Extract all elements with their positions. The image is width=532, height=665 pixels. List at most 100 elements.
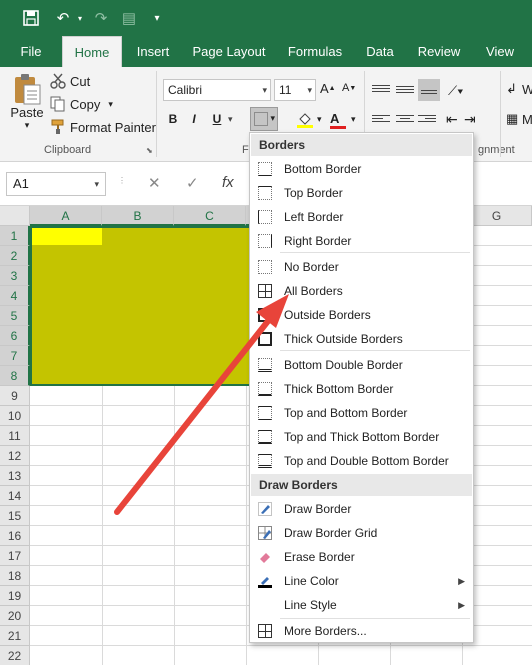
cut-button[interactable]: Cut — [50, 73, 90, 89]
row-header[interactable]: 21 — [0, 626, 30, 646]
row-header[interactable]: 6 — [0, 326, 30, 346]
row-header[interactable]: 7 — [0, 346, 30, 366]
tab-data[interactable]: Data — [358, 36, 402, 67]
menu-item-thick-outside-borders[interactable]: Thick Outside Borders — [250, 327, 473, 351]
menu-item-line-color[interactable]: Line Color ▶ — [250, 569, 473, 593]
menu-item-top-border[interactable]: Top Border — [250, 181, 473, 205]
redo-icon[interactable]: ↷ — [90, 6, 112, 30]
indent-icon[interactable]: ⇤ — [446, 111, 458, 128]
row-header[interactable]: 4 — [0, 286, 30, 306]
enter-icon[interactable]: ✓ — [186, 174, 199, 192]
menu-item-label: Top and Bottom Border — [284, 406, 408, 420]
borders-button[interactable]: ▾ — [250, 107, 278, 131]
font-color-icon[interactable]: A — [330, 111, 346, 129]
increase-font-icon[interactable]: A ▲ — [320, 81, 336, 96]
clipboard-launcher-icon[interactable]: ⬊ — [146, 146, 153, 155]
format-painter-button[interactable]: Format Painter — [50, 119, 156, 135]
menu-item-more-borders[interactable]: More Borders... — [250, 619, 473, 643]
row-header[interactable]: 19 — [0, 586, 30, 606]
paste-dropdown-icon[interactable]: ▾ — [25, 120, 30, 131]
undo-dropdown-icon[interactable]: ▾ — [74, 6, 86, 30]
column-header[interactable]: B — [102, 206, 174, 226]
bottom-align-icon[interactable] — [418, 79, 440, 101]
tab-file[interactable]: File — [10, 36, 52, 67]
row-header[interactable]: 3 — [0, 266, 30, 286]
menu-item-top-double-bottom-border[interactable]: Top and Double Bottom Border — [250, 449, 473, 473]
cancel-icon[interactable]: ✕ — [148, 174, 161, 192]
column-header[interactable]: A — [30, 206, 102, 226]
wrap-text-button[interactable]: ↲ W — [506, 81, 532, 97]
orientation-icon[interactable]: ⟋▾ — [448, 83, 463, 99]
select-all-corner[interactable] — [0, 206, 30, 226]
undo-icon[interactable]: ↶ — [52, 6, 74, 30]
menu-item-bottom-double-border[interactable]: Bottom Double Border — [250, 353, 473, 377]
font-color-dropdown-icon[interactable]: ▾ — [351, 114, 356, 125]
font-size-select[interactable]: 11 ▾ — [274, 79, 316, 101]
name-box[interactable]: A1 ▾ — [6, 172, 106, 196]
merge-button[interactable]: ▦ M — [506, 111, 532, 127]
menu-item-top-thick-bottom-border[interactable]: Top and Thick Bottom Border — [250, 425, 473, 449]
quick-print-icon[interactable]: ▤ — [118, 6, 140, 30]
menu-item-draw-border[interactable]: Draw Border — [250, 497, 473, 521]
menu-item-right-border[interactable]: Right Border — [250, 229, 473, 253]
fill-color-icon[interactable] — [296, 111, 314, 132]
tab-view[interactable]: View — [478, 36, 522, 67]
column-header[interactable]: C — [174, 206, 246, 226]
row-header[interactable]: 5 — [0, 306, 30, 326]
tab-insert[interactable]: Insert — [128, 36, 178, 67]
align-left-icon[interactable] — [372, 113, 390, 127]
menu-item-label: More Borders... — [284, 624, 367, 638]
row-header[interactable]: 8 — [0, 366, 30, 386]
underline-dropdown-icon[interactable]: ▾ — [228, 114, 233, 125]
row-header[interactable]: 17 — [0, 546, 30, 566]
menu-item-line-style[interactable]: Line Style ▶ — [250, 593, 473, 617]
menu-item-thick-bottom-border[interactable]: Thick Bottom Border — [250, 377, 473, 401]
row-header[interactable]: 22 — [0, 646, 30, 665]
menu-item-left-border[interactable]: Left Border — [250, 205, 473, 229]
cell-a1[interactable] — [32, 228, 102, 245]
row-header[interactable]: 10 — [0, 406, 30, 426]
row-header[interactable]: 1 — [0, 226, 30, 246]
menu-item-no-border[interactable]: No Border — [250, 255, 473, 279]
tab-home[interactable]: Home — [62, 36, 122, 67]
row-header[interactable]: 11 — [0, 426, 30, 446]
menu-item-erase-border[interactable]: Erase Border — [250, 545, 473, 569]
row-header[interactable]: 2 — [0, 246, 30, 266]
decrease-font-icon[interactable]: A ▼ — [342, 82, 356, 94]
row-header[interactable]: 15 — [0, 506, 30, 526]
bold-button[interactable]: B — [163, 109, 183, 129]
copy-dropdown-icon[interactable]: ▾ — [108, 99, 113, 110]
tab-formulas[interactable]: Formulas — [280, 36, 350, 67]
font-family-select[interactable]: Calibri ▾ — [163, 79, 271, 101]
copy-button[interactable]: Copy ▾ — [50, 96, 113, 112]
tab-page-layout[interactable]: Page Layout — [186, 36, 272, 67]
fill-color-dropdown-icon[interactable]: ▾ — [317, 114, 322, 125]
menu-item-draw-border-grid[interactable]: Draw Border Grid — [250, 521, 473, 545]
align-right-icon[interactable] — [418, 113, 436, 127]
customize-qat-icon[interactable]: ▾ — [150, 6, 164, 30]
row-header[interactable]: 9 — [0, 386, 30, 406]
row-header[interactable]: 12 — [0, 446, 30, 466]
menu-item-all-borders[interactable]: All Borders — [250, 279, 473, 303]
selected-range[interactable] — [30, 226, 254, 386]
row-header[interactable]: 14 — [0, 486, 30, 506]
save-icon[interactable] — [20, 6, 42, 30]
top-align-icon[interactable] — [372, 83, 390, 97]
insert-function-icon[interactable]: fx — [222, 174, 234, 191]
tab-review[interactable]: Review — [410, 36, 468, 67]
row-header[interactable]: 16 — [0, 526, 30, 546]
row-header[interactable]: 13 — [0, 466, 30, 486]
align-center-icon[interactable] — [396, 113, 414, 127]
menu-item-bottom-border[interactable]: Bottom Border — [250, 157, 473, 181]
underline-button[interactable]: U — [207, 109, 227, 129]
menu-item-top-bottom-border[interactable]: Top and Bottom Border — [250, 401, 473, 425]
paste-button[interactable]: Paste ▾ — [8, 73, 46, 131]
menu-item-outside-borders[interactable]: Outside Borders — [250, 303, 473, 327]
outdent-icon[interactable]: ⇥ — [464, 111, 476, 128]
italic-button[interactable]: I — [184, 109, 204, 129]
middle-align-icon[interactable] — [396, 84, 414, 98]
menu-item-label: Line Style — [284, 598, 337, 612]
row-header[interactable]: 18 — [0, 566, 30, 586]
border-icon — [254, 112, 268, 126]
row-header[interactable]: 20 — [0, 606, 30, 626]
